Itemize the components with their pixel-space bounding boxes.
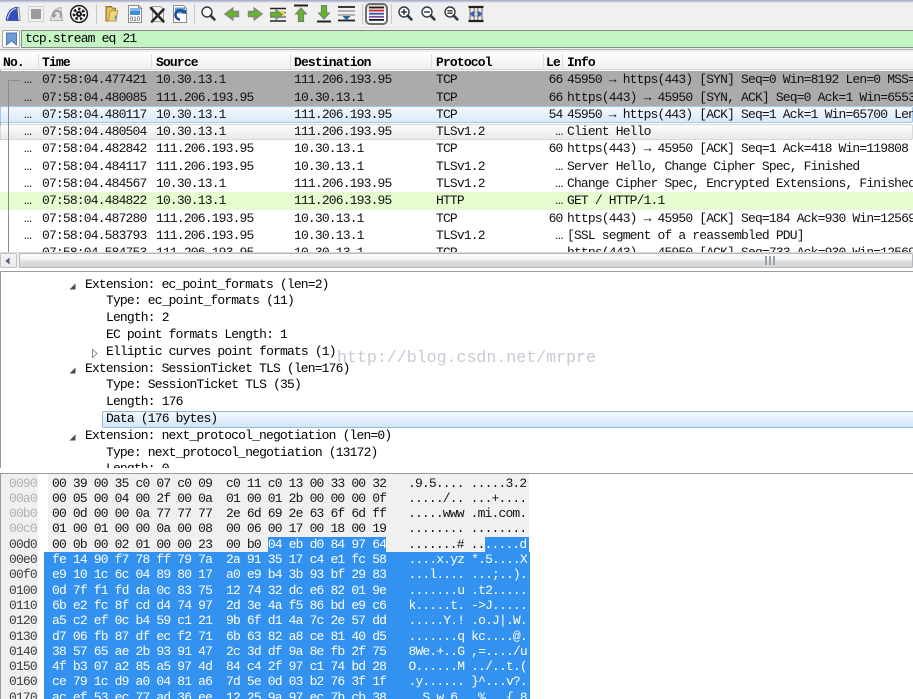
svg-text:010: 010: [130, 16, 141, 23]
